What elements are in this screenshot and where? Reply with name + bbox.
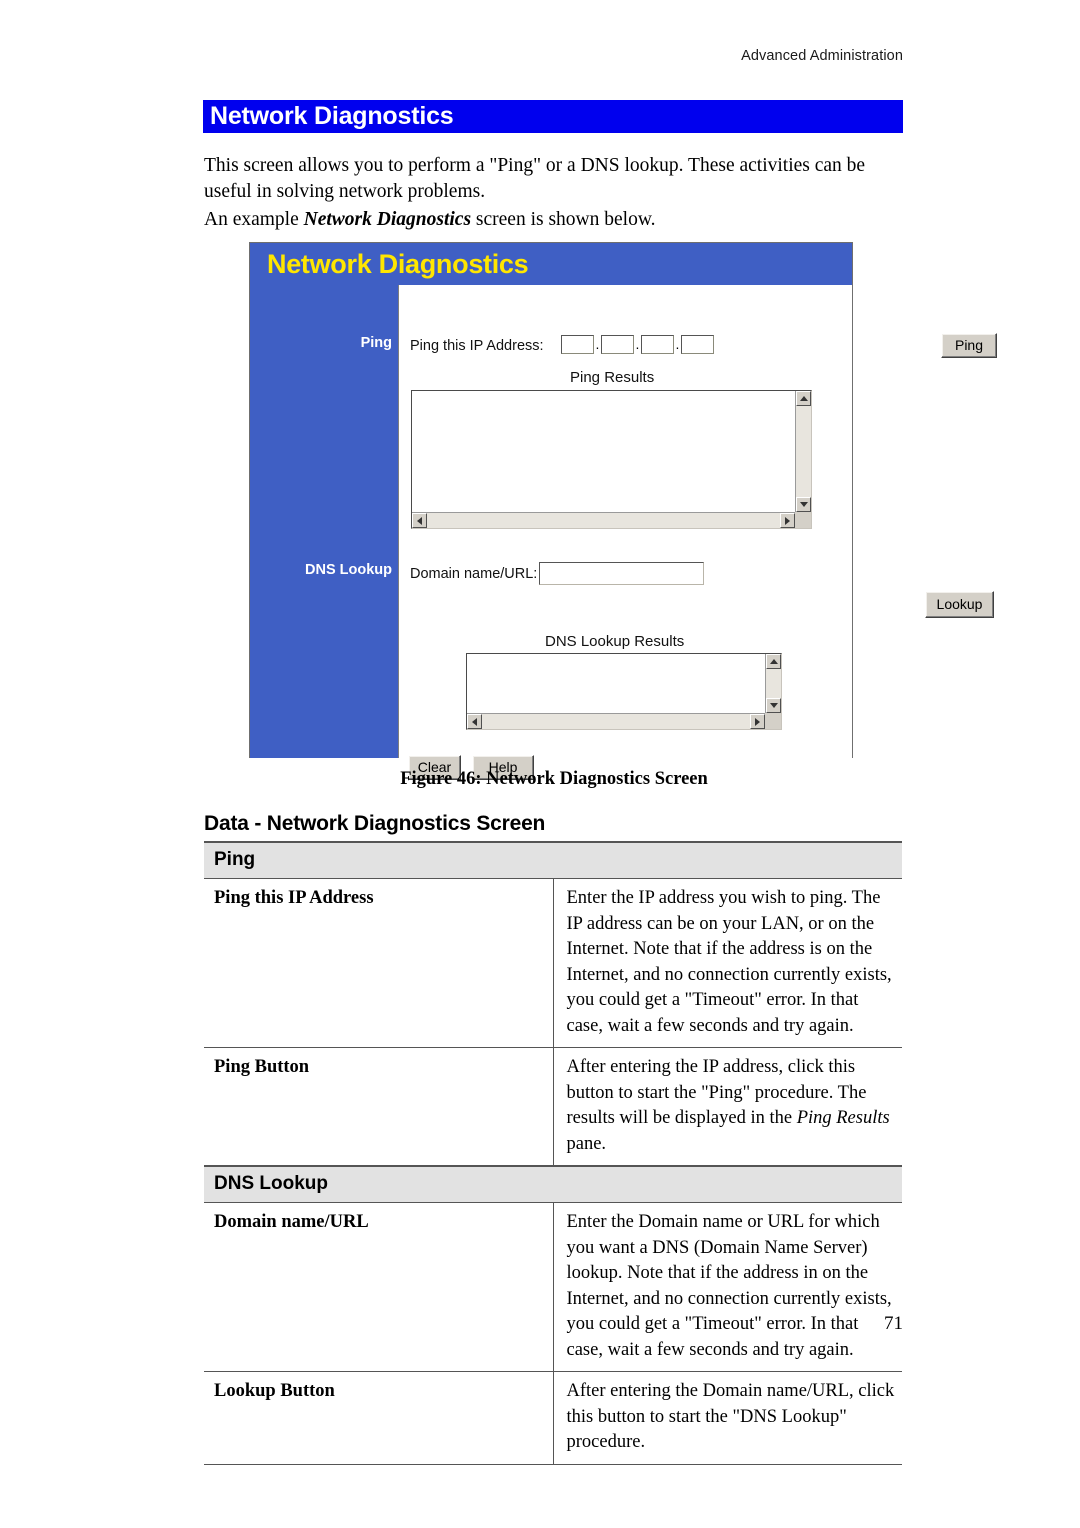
panel-sidebar: Ping DNS Lookup: [250, 285, 398, 758]
ip-separator-3: .: [675, 336, 680, 352]
intro-paragraph-1-text: This screen allows you to perform a "Pin…: [204, 155, 866, 202]
intro-paragraph-1: This screen allows you to perform a "Pin…: [204, 153, 904, 205]
scroll-right-icon[interactable]: [750, 714, 765, 729]
network-diagnostics-screenshot: Network Diagnostics Ping DNS Lookup Ping…: [249, 242, 997, 780]
row-desc-domain-name-url: Enter the Domain name or URL for which y…: [553, 1202, 902, 1372]
figure-caption: Figure 46: Network Diagnostics Screen: [400, 769, 708, 789]
row-name-lookup-button: Lookup Button: [204, 1371, 554, 1465]
row-desc-ping-button-post: pane.: [566, 1133, 607, 1154]
data-table: Ping Ping this IP Address Enter the IP a…: [204, 841, 902, 1465]
dns-lookup-results-caption: DNS Lookup Results: [545, 633, 685, 650]
intro-paragraph-2-emphasis: Network Diagnostics: [303, 209, 472, 230]
table-section-header-ping: Ping: [204, 841, 902, 879]
ping-results-caption: Ping Results: [570, 369, 655, 386]
row-desc-lookup-button: After entering the Domain name/URL, clic…: [553, 1371, 902, 1465]
domain-name-url-label: Domain name/URL:: [410, 566, 538, 582]
dns-results-vertical-scrollbar[interactable]: [765, 654, 781, 713]
domain-name-url-input[interactable]: [539, 562, 704, 585]
ip-octet-3-input[interactable]: [641, 335, 674, 354]
table-row: Ping Button After entering the IP addres…: [204, 1047, 902, 1167]
dns-results-horizontal-scrollbar[interactable]: [467, 713, 765, 729]
ping-results-horizontal-scrollbar[interactable]: [412, 512, 795, 528]
page-title: Network Diagnostics: [210, 102, 454, 130]
table-row: Ping this IP Address Enter the IP addres…: [204, 878, 902, 1048]
scroll-left-icon[interactable]: [467, 714, 482, 729]
ip-separator-1: .: [595, 336, 600, 352]
ip-octet-4-input[interactable]: [681, 335, 714, 354]
panel-body: Ping DNS Lookup Ping this IP Address: . …: [250, 285, 997, 780]
scrollbar-corner: [795, 512, 811, 528]
ping-ip-address-input-group[interactable]: . . .: [561, 335, 714, 354]
scrollbar-corner: [765, 713, 781, 729]
scroll-up-icon[interactable]: [796, 391, 811, 406]
intro-paragraph-2-suffix: screen is shown below.: [471, 209, 656, 230]
scroll-left-icon[interactable]: [412, 513, 427, 528]
section-title-ping: Ping: [204, 841, 902, 879]
row-name-ping-this-ip-address: Ping this IP Address: [204, 878, 554, 1048]
running-header: Advanced Administration: [741, 48, 903, 64]
ping-results-text[interactable]: [412, 391, 811, 528]
scroll-right-icon[interactable]: [780, 513, 795, 528]
panel-title: Network Diagnostics: [267, 248, 529, 279]
table-row: Lookup Button After entering the Domain …: [204, 1371, 902, 1465]
intro-paragraph-2-prefix: An example: [204, 209, 304, 230]
ping-results-vertical-scrollbar[interactable]: [795, 391, 811, 512]
scroll-down-icon[interactable]: [766, 698, 781, 713]
scroll-down-icon[interactable]: [796, 497, 811, 512]
table-row: Domain name/URL Enter the Domain name or…: [204, 1202, 902, 1372]
panel-main: Ping this IP Address: . . . Ping Ping Re…: [398, 285, 997, 780]
ip-octet-1-input[interactable]: [561, 335, 594, 354]
row-name-ping-button: Ping Button: [204, 1047, 554, 1167]
lookup-button[interactable]: Lookup: [925, 591, 994, 618]
page-number: 71: [884, 1313, 903, 1334]
ping-ip-address-label: Ping this IP Address:: [410, 338, 544, 354]
dns-lookup-results-textarea[interactable]: [466, 653, 782, 730]
row-desc-ping-button: After entering the IP address, click thi…: [553, 1047, 902, 1167]
section-title-dns-lookup: DNS Lookup: [204, 1165, 902, 1203]
row-name-domain-name-url: Domain name/URL: [204, 1202, 554, 1372]
ip-separator-2: .: [635, 336, 640, 352]
table-section-header-dns-lookup: DNS Lookup: [204, 1165, 902, 1203]
sidebar-label-ping: Ping: [360, 335, 392, 351]
sidebar-label-dns-lookup: DNS Lookup: [305, 562, 392, 578]
row-desc-ping-this-ip-address: Enter the IP address you wish to ping. T…: [553, 878, 902, 1048]
ping-results-textarea[interactable]: [411, 390, 812, 529]
row-desc-ping-button-emph: Ping Results: [796, 1108, 890, 1128]
ip-octet-2-input[interactable]: [601, 335, 634, 354]
page-title-bar: Network Diagnostics: [203, 100, 903, 133]
panel-header: Network Diagnostics: [250, 243, 852, 285]
data-table-heading: Data - Network Diagnostics Screen: [204, 812, 546, 835]
ping-button[interactable]: Ping: [941, 333, 997, 358]
scroll-up-icon[interactable]: [766, 654, 781, 669]
intro-paragraph-2: An example Network Diagnostics screen is…: [204, 207, 904, 233]
